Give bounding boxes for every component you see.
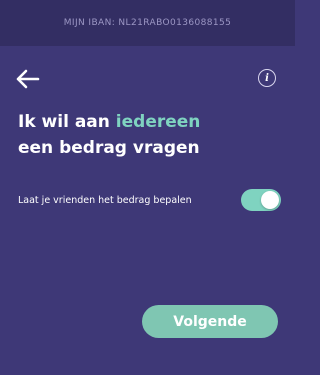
friends-decide-toggle[interactable] bbox=[241, 189, 281, 211]
page-title: Ik wil aan iedereen een bedrag vragen bbox=[18, 109, 278, 161]
arrow-left-icon[interactable] bbox=[14, 68, 40, 90]
title-accent: iedereen bbox=[115, 112, 201, 132]
iban-header: MIJN IBAN: NL21RABO0136088155 bbox=[0, 0, 295, 46]
next-button[interactable]: Volgende bbox=[142, 305, 278, 338]
title-part1: Ik wil aan bbox=[18, 112, 116, 132]
title-part2: een bedrag vragen bbox=[18, 138, 200, 158]
iban-label: MIJN IBAN: NL21RABO0136088155 bbox=[63, 18, 232, 28]
toggle-label: Laat je vrienden het bedrag bepalen bbox=[18, 194, 192, 206]
toggle-knob bbox=[261, 191, 279, 209]
info-glyph: i bbox=[265, 72, 269, 84]
info-icon[interactable]: i bbox=[258, 69, 276, 87]
amount-toggle-row: Laat je vrienden het bedrag bepalen bbox=[18, 189, 281, 211]
